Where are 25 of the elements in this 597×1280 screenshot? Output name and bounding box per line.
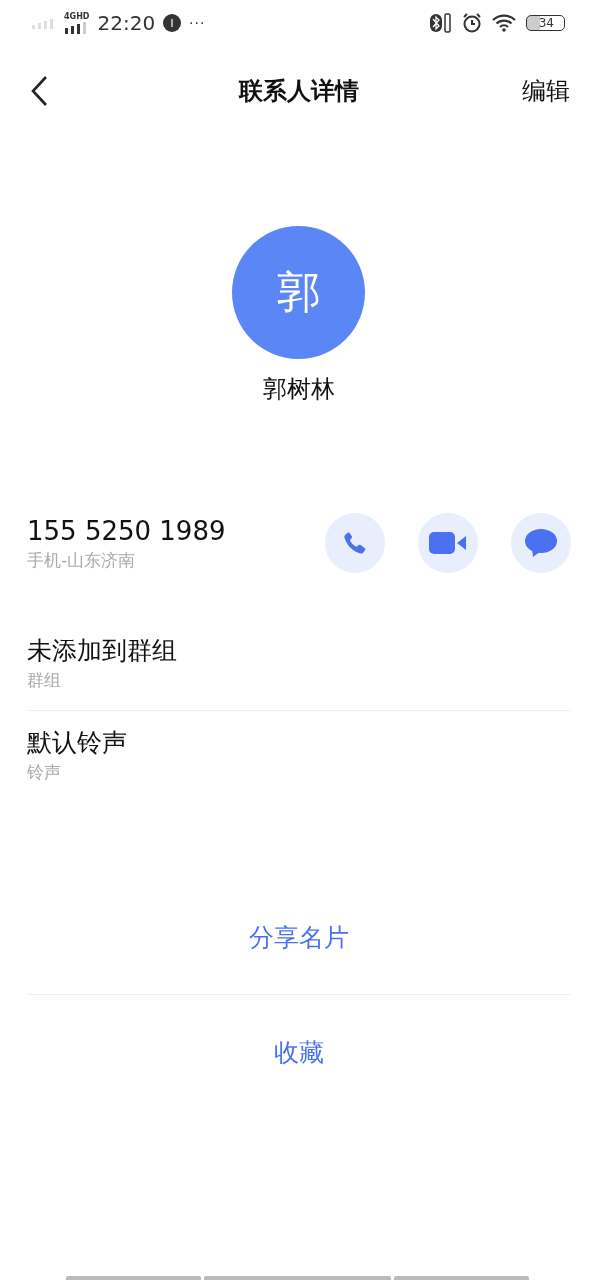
avatar: 郭 (232, 226, 365, 359)
row-label: 铃声 (27, 761, 62, 784)
clock-time: 22:20 (97, 11, 156, 35)
more-indicator: ··· (189, 15, 206, 31)
signal-icon (64, 21, 89, 34)
phone-label: 手机-山东济南 (27, 548, 137, 572)
row-label: 群组 (27, 669, 62, 692)
bluetooth-icon (429, 13, 452, 33)
page-title: 联系人详情 (238, 76, 359, 107)
wifi-icon (491, 14, 516, 32)
signal-icon (32, 17, 56, 29)
battery-indicator: 34 (525, 15, 565, 31)
row-value: 默认铃声 (27, 727, 128, 759)
row-value: 未添加到群组 (27, 635, 178, 667)
video-camera-icon (429, 531, 467, 555)
phone-number: 155 5250 1989 (27, 514, 226, 547)
network-label: 4GHD (64, 12, 90, 21)
edit-button[interactable]: 编辑 (522, 75, 570, 107)
voice-icon (163, 14, 182, 32)
message-icon (524, 528, 558, 558)
back-icon[interactable] (30, 75, 50, 107)
favorite-link[interactable]: 收藏 (273, 1035, 324, 1069)
share-card-link[interactable]: 分享名片 (248, 920, 349, 954)
alarm-icon (461, 13, 482, 33)
contact-name: 郭树林 (262, 374, 335, 405)
